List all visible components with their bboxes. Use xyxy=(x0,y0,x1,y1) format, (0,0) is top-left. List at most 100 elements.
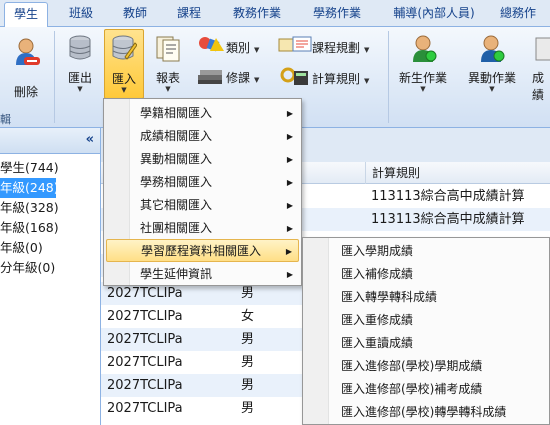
menu-item-import-grades[interactable]: 成績相關匯入 ▶ xyxy=(106,125,299,148)
cell-calc-rule: 113113綜合高中成績計算 xyxy=(371,212,525,227)
cell-student-id: 2027TCLIPa xyxy=(107,332,183,347)
learning-portfolio-submenu: 匯入學期成績 匯入補修成績 匯入轉學轉科成績 匯入重修成績 匯入重讀成績 匯入進… xyxy=(302,237,550,425)
delete-user-icon xyxy=(12,37,40,70)
tab-counseling[interactable]: 輔導(內部人員) xyxy=(380,2,488,27)
grade-button[interactable]: 成績 xyxy=(528,29,550,101)
calc-rule-label: 計算規則 xyxy=(312,72,361,86)
tree-item-all-students[interactable]: 學生(744) xyxy=(0,158,100,178)
cell-gender: 男 xyxy=(241,355,255,370)
chevron-down-icon: ▼ xyxy=(254,46,260,54)
column-header-calc-rule[interactable]: 計算規則 xyxy=(365,162,550,184)
submenu-arrow-icon: ▶ xyxy=(286,155,293,164)
calc-rule-icon xyxy=(278,65,312,94)
submenu-item-import-transfer-grades[interactable]: 匯入轉學轉科成績 xyxy=(305,286,545,309)
submenu-arrow-icon: ▶ xyxy=(286,224,293,233)
transfer-button[interactable]: 異動作業 ▼ xyxy=(460,29,524,101)
database-export-icon xyxy=(67,35,93,66)
cell-calc-rule: 113113綜合高中成績計算 xyxy=(371,189,525,204)
menu-item-label: 異動相關匯入 xyxy=(140,152,213,166)
menu-item-label: 成績相關匯入 xyxy=(140,129,213,143)
menu-item-import-transfer[interactable]: 異動相關匯入 ▶ xyxy=(106,148,299,171)
new-student-button[interactable]: 新生作業 ▼ xyxy=(392,29,454,101)
category-button[interactable]: 類別 ▼ xyxy=(196,35,259,57)
submenu-arrow-icon: ▶ xyxy=(286,201,293,210)
menu-item-import-club[interactable]: 社團相關匯入 ▶ xyxy=(106,217,299,240)
repair-label: 修課 xyxy=(226,71,251,85)
delete-label: 刪除 xyxy=(13,85,38,99)
menu-item-label: 社團相關匯入 xyxy=(140,221,213,235)
menu-item-import-student-affairs[interactable]: 學務相關匯入 ▶ xyxy=(106,171,299,194)
cell-gender: 男 xyxy=(241,332,255,347)
submenu-item-import-semester-grades[interactable]: 匯入學期成績 xyxy=(305,240,545,263)
add-user-icon xyxy=(410,34,438,67)
import-button[interactable]: 匯入 ▼ xyxy=(104,29,144,99)
tab-student[interactable]: 學生 xyxy=(4,2,48,28)
chevron-down-icon: ▼ xyxy=(364,77,370,85)
submenu-arrow-icon: ▶ xyxy=(286,109,293,118)
calc-rule-button[interactable]: 計算規則 ▼ xyxy=(278,65,369,87)
submenu-arrow-icon: ▶ xyxy=(286,132,293,141)
menu-item-import-enrollment[interactable]: 學籍相關匯入 ▶ xyxy=(106,102,299,125)
transfer-label: 異動作業 xyxy=(467,71,516,85)
import-label: 匯入 xyxy=(111,72,136,86)
tab-teacher[interactable]: 教師 xyxy=(110,2,160,27)
ribbon-separator xyxy=(388,31,389,123)
menu-item-label: 學務相關匯入 xyxy=(140,175,213,189)
report-label: 報表 xyxy=(155,71,180,85)
left-panel: « 學生(744) 年級(248) 年級(328) 年級(168) 年級(0) … xyxy=(0,128,101,425)
menu-item-import-learning-portfolio[interactable]: 學習歷程資料相關匯入 ▶ xyxy=(106,239,299,262)
category-icon xyxy=(196,35,226,62)
tree-item-grade[interactable]: 年級(168) xyxy=(0,218,100,238)
course-plan-button[interactable]: 課程規劃 ▼ xyxy=(278,35,369,57)
chevron-down-icon: ▼ xyxy=(420,85,426,93)
report-button[interactable]: 報表 ▼ xyxy=(148,29,188,101)
menu-item-label: 學生延伸資訊 xyxy=(140,267,213,281)
chevron-down-icon: ▼ xyxy=(364,46,370,54)
menu-item-label: 其它相關匯入 xyxy=(140,198,213,212)
tree-item-grade[interactable]: 年級(0) xyxy=(0,238,100,258)
grade-label: 成績 xyxy=(532,71,545,101)
submenu-item-import-continuing-makeup-exam-grades[interactable]: 匯入進修部(學校)補考成績 xyxy=(305,378,545,401)
chevron-down-icon: ▼ xyxy=(77,85,83,93)
menu-item-student-extended-info[interactable]: 學生延伸資訊 ▶ xyxy=(106,263,299,286)
chevron-down-icon: ▼ xyxy=(489,85,495,93)
tab-class[interactable]: 班級 xyxy=(56,2,106,27)
collapse-icon[interactable]: « xyxy=(86,132,94,147)
submenu-item-import-continuing-transfer-grades[interactable]: 匯入進修部(學校)轉學轉科成績 xyxy=(305,401,545,424)
category-label: 類別 xyxy=(226,41,251,55)
submenu-item-import-continuing-semester-grades[interactable]: 匯入進修部(學校)學期成績 xyxy=(305,355,545,378)
tab-course[interactable]: 課程 xyxy=(164,2,214,27)
group-label-edit: 輯 xyxy=(0,113,11,126)
chevron-down-icon: ▼ xyxy=(165,85,171,93)
database-import-icon xyxy=(111,35,138,66)
export-button[interactable]: 匯出 ▼ xyxy=(60,29,100,101)
cell-student-id: 2027TCLIPa xyxy=(107,401,183,416)
tab-general-affairs[interactable]: 總務作 xyxy=(500,2,550,27)
tree-item-grade[interactable]: 年級(328) xyxy=(0,198,100,218)
repair-button[interactable]: 修課 ▼ xyxy=(196,65,259,87)
cell-student-id: 2027TCLIPa xyxy=(107,378,183,393)
delete-button[interactable]: 刪除 xyxy=(4,31,48,103)
submenu-item-import-makeup-grades[interactable]: 匯入補修成績 xyxy=(305,263,545,286)
tree-item-grade[interactable]: 年級(248) xyxy=(0,178,59,198)
left-panel-header: « xyxy=(0,128,100,154)
chevron-down-icon: ▼ xyxy=(121,86,127,94)
menu-item-label: 學籍相關匯入 xyxy=(140,106,213,120)
report-icon xyxy=(155,34,181,65)
books-icon xyxy=(196,65,226,92)
menu-item-import-other[interactable]: 其它相關匯入 ▶ xyxy=(106,194,299,217)
import-menu: 學籍相關匯入 ▶ 成績相關匯入 ▶ 異動相關匯入 ▶ 學務相關匯入 ▶ 其它相關匯入 ▶ … xyxy=(103,98,302,286)
submenu-item-import-repeat-grades[interactable]: 匯入重讀成績 xyxy=(305,332,545,355)
submenu-arrow-icon: ▶ xyxy=(286,178,293,187)
cell-student-id: 2027TCLIPa xyxy=(107,355,183,370)
menu-item-label: 學習歷程資料相關匯入 xyxy=(141,244,262,258)
tab-student-affairs[interactable]: 學務作業 xyxy=(302,2,372,27)
cell-student-id: 2027TCLIPa xyxy=(107,309,183,324)
course-plan-label: 課程規劃 xyxy=(312,41,361,55)
tab-academic-affairs[interactable]: 教務作業 xyxy=(222,2,292,27)
export-label: 匯出 xyxy=(67,71,92,85)
cell-gender: 男 xyxy=(241,378,255,393)
submenu-item-import-retake-grades[interactable]: 匯入重修成績 xyxy=(305,309,545,332)
grade-icon xyxy=(534,34,550,67)
tree-item-ungraded[interactable]: 分年級(0) xyxy=(0,258,100,278)
